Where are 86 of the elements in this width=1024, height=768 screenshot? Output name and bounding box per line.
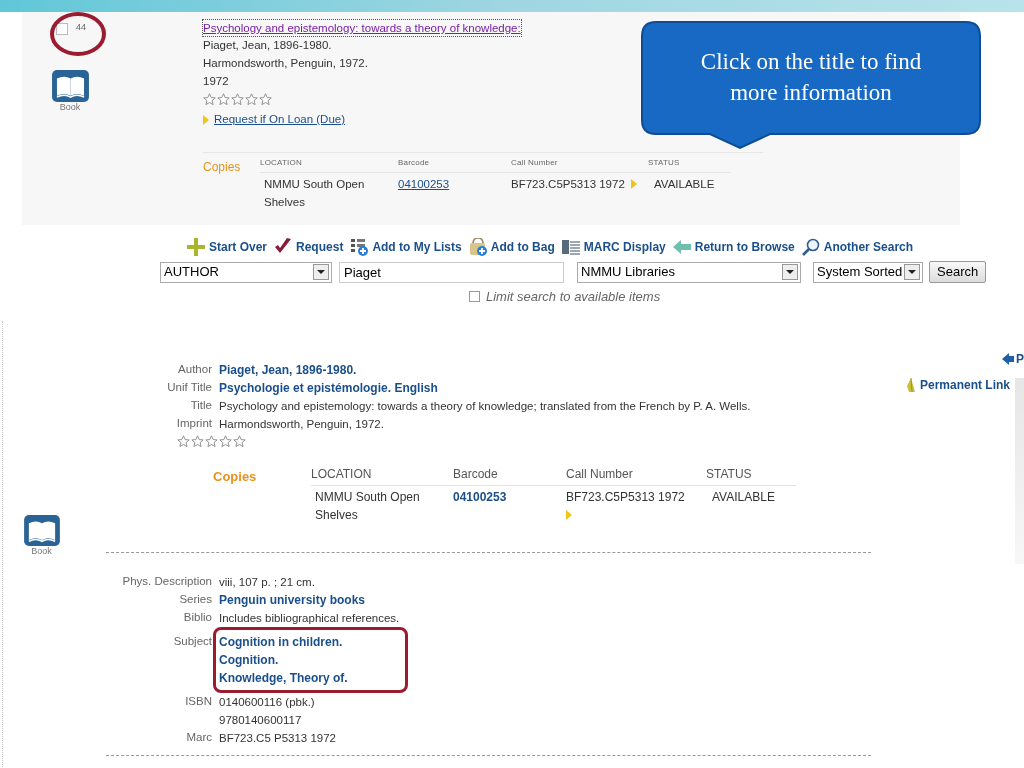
- table-cell-text: BF723.C5P5313 1972: [566, 488, 685, 506]
- field-value: Includes bibliographical references.: [219, 610, 400, 626]
- copies-heading: Copies: [213, 467, 258, 486]
- field-label: Imprint: [175, 415, 212, 431]
- table-cell-text: NMMU South Open Shelves: [263, 177, 366, 211]
- star-rating[interactable]: [177, 434, 246, 447]
- toolbar-link[interactable]: Start Over: [187, 238, 268, 256]
- table-cell-text: NMMU South Open Shelves: [314, 488, 421, 524]
- field-link[interactable]: Cognition.: [219, 650, 348, 669]
- caret-icon: [904, 264, 920, 280]
- arrow-icon: [1002, 352, 1014, 365]
- star-rating[interactable]: [203, 93, 272, 105]
- sort-dropdown[interactable]: System Sorted: [813, 261, 923, 283]
- field-label: Series: [178, 591, 212, 607]
- result-checkbox[interactable]: [56, 23, 68, 35]
- column-header: Call Number: [511, 157, 559, 170]
- record-text: 1972: [203, 74, 229, 89]
- result-number: 44: [76, 23, 86, 32]
- toolbar-link[interactable]: Request: [274, 238, 344, 256]
- search-field[interactable]: Piaget: [339, 261, 564, 283]
- field-label: Marc: [185, 729, 212, 745]
- permanent-link[interactable]: Permanent Link: [905, 375, 1010, 394]
- field-dropdown[interactable]: AUTHOR: [160, 261, 332, 283]
- format-label: Book: [31, 546, 52, 556]
- triangle-icon: [566, 509, 572, 520]
- triangle-icon: [203, 114, 209, 125]
- field-value: Psychology and epistemology: towards a theory of knowledge; translated from the French by P. A. Wells.: [219, 398, 751, 414]
- list-icon: [350, 238, 369, 256]
- column-header: LOCATION: [260, 157, 303, 170]
- title-link[interactable]: Psychology and epistemology: towards a theory of knowledge:: [203, 20, 521, 36]
- bag-icon: [468, 238, 487, 256]
- format-label: Book: [59, 103, 81, 112]
- field-label: Author: [177, 361, 212, 377]
- table-cell-text: BF723.C5P5313 1972: [511, 177, 625, 193]
- table-cell-text: AVAILABLE: [711, 488, 776, 506]
- search-icon: [801, 238, 820, 256]
- field-link[interactable]: Psychologie et epistémologie. English: [219, 378, 438, 397]
- tag-icon: [905, 377, 916, 392]
- limit-label: Limit search to available items: [486, 288, 661, 306]
- field-label: Subject: [172, 633, 212, 649]
- plus-icon: [187, 238, 205, 256]
- copies-heading: Copies: [203, 159, 242, 177]
- column-header: Call Number: [566, 465, 634, 483]
- callout-text: Click on the title to find more information: [699, 48, 923, 107]
- triangle-icon: [630, 179, 637, 190]
- toolbar-link[interactable]: Add to My Lists: [350, 238, 462, 256]
- barcode-link[interactable]: 04100253: [398, 178, 450, 191]
- toolbar-link[interactable]: Another Search: [801, 238, 914, 256]
- library-dropdown[interactable]: NMMU Libraries: [577, 261, 801, 283]
- toolbar-link[interactable]: Return to Browse: [672, 238, 795, 256]
- barcode-link[interactable]: 04100253: [453, 489, 507, 504]
- caret-icon: [782, 264, 798, 280]
- field-label: ISBN: [184, 693, 212, 709]
- book-icon: [51, 70, 89, 102]
- field-value: viii, 107 p. ; 21 cm.: [219, 574, 315, 590]
- request-link[interactable]: Request if On Loan (Due): [214, 111, 346, 129]
- toolbar-link[interactable]: Add to Bag: [468, 238, 555, 256]
- toolbar-link[interactable]: MARC Display: [561, 238, 666, 256]
- highlight-ellipse: [50, 12, 106, 56]
- field-value: Harmondsworth, Penguin, 1972.: [219, 416, 384, 432]
- table-cell-text: AVAILABLE: [653, 177, 716, 193]
- document-icon: [561, 238, 580, 256]
- field-link[interactable]: Knowledge, Theory of.: [219, 668, 348, 687]
- field-link[interactable]: Piaget, Jean, 1896-1980.: [219, 360, 357, 379]
- field-value: 9780140600117: [219, 712, 303, 728]
- field-label: Title: [189, 397, 212, 413]
- field-label: Unif Title: [166, 379, 212, 395]
- column-header: STATUS: [648, 157, 681, 170]
- column-header: Barcode: [453, 465, 499, 483]
- column-header: Barcode: [398, 157, 431, 170]
- record-text: Piaget, Jean, 1896-1980.: [203, 38, 332, 53]
- field-label: Biblio: [182, 609, 212, 625]
- caret-icon: [313, 264, 329, 280]
- field-value: BF723.C5 P5313 1972: [219, 730, 336, 746]
- record-text: Harmondsworth, Penguin, 1972.: [203, 56, 368, 71]
- book-icon: [23, 514, 60, 546]
- column-header: LOCATION: [311, 465, 373, 483]
- field-link[interactable]: Penguin university books: [219, 590, 366, 609]
- previous-link[interactable]: P: [1016, 352, 1024, 365]
- search-button[interactable]: Search: [929, 261, 987, 283]
- field-link[interactable]: Cognition in children.: [219, 632, 348, 651]
- column-header: STATUS: [706, 465, 753, 483]
- field-label: Phys. Description: [121, 573, 212, 589]
- field-value: 0140600116 (pbk.): [219, 694, 315, 710]
- arrow-icon: [672, 238, 691, 256]
- limit-checkbox[interactable]: [469, 291, 480, 303]
